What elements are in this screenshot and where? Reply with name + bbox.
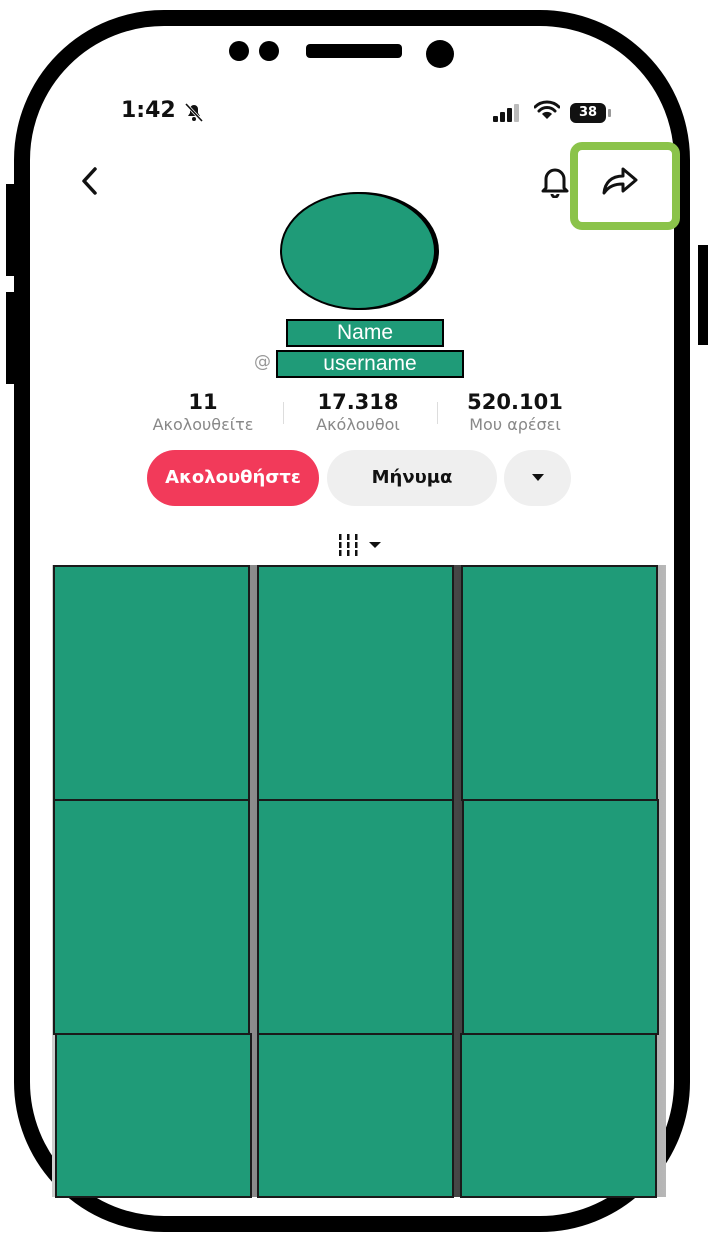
share-arrow-icon[interactable] [601, 166, 639, 196]
camera-dot [229, 41, 249, 61]
chevron-left-icon[interactable] [78, 164, 102, 198]
stat-label: Ακολουθείτε [152, 415, 254, 434]
stat-divider [283, 402, 284, 424]
stat-followers[interactable]: 17.318 Ακόλουθοι [288, 390, 428, 434]
wifi-icon [534, 100, 560, 119]
video-thumbnail[interactable] [53, 565, 250, 801]
more-options-button[interactable] [504, 450, 571, 506]
status-time: 1:42 [121, 98, 176, 123]
video-thumbnail[interactable] [461, 565, 658, 801]
stat-likes: 520.101 Μου αρέσει [445, 390, 585, 434]
camera-dot [259, 41, 279, 61]
video-thumbnail[interactable] [257, 799, 454, 1035]
stat-value: 11 [188, 390, 218, 414]
stat-value: 17.318 [317, 390, 399, 414]
bell-slash-icon [184, 102, 204, 122]
signal-icon [493, 104, 519, 122]
profile-username: username [276, 350, 464, 378]
video-thumbnail[interactable] [55, 1033, 252, 1198]
video-thumbnail[interactable] [257, 565, 454, 801]
bell-icon[interactable] [540, 164, 570, 198]
video-thumbnail[interactable] [460, 1033, 657, 1198]
stat-following[interactable]: 11 Ακολουθείτε [133, 390, 273, 434]
stat-label: Μου αρέσει [469, 415, 561, 434]
stat-divider [437, 402, 438, 424]
caret-down-icon [532, 474, 544, 481]
follow-button[interactable]: Ακολουθήστε [147, 450, 319, 506]
speaker-bar [306, 44, 402, 58]
message-button[interactable]: Μήνυμα [327, 450, 497, 506]
video-thumbnail[interactable] [462, 799, 659, 1035]
battery-tip [608, 109, 611, 117]
grid-filter-icon[interactable] [337, 532, 385, 558]
stat-value: 520.101 [467, 390, 563, 414]
username-prefix: @ [254, 352, 271, 372]
battery-indicator: 38 [570, 103, 606, 123]
profile-name: Name [286, 319, 444, 347]
video-thumbnail[interactable] [257, 1033, 454, 1198]
avatar[interactable] [280, 192, 436, 310]
phone-side-button-right [698, 245, 708, 345]
video-thumbnail[interactable] [53, 799, 250, 1035]
stat-label: Ακόλουθοι [316, 415, 400, 434]
camera-lens [426, 40, 454, 68]
